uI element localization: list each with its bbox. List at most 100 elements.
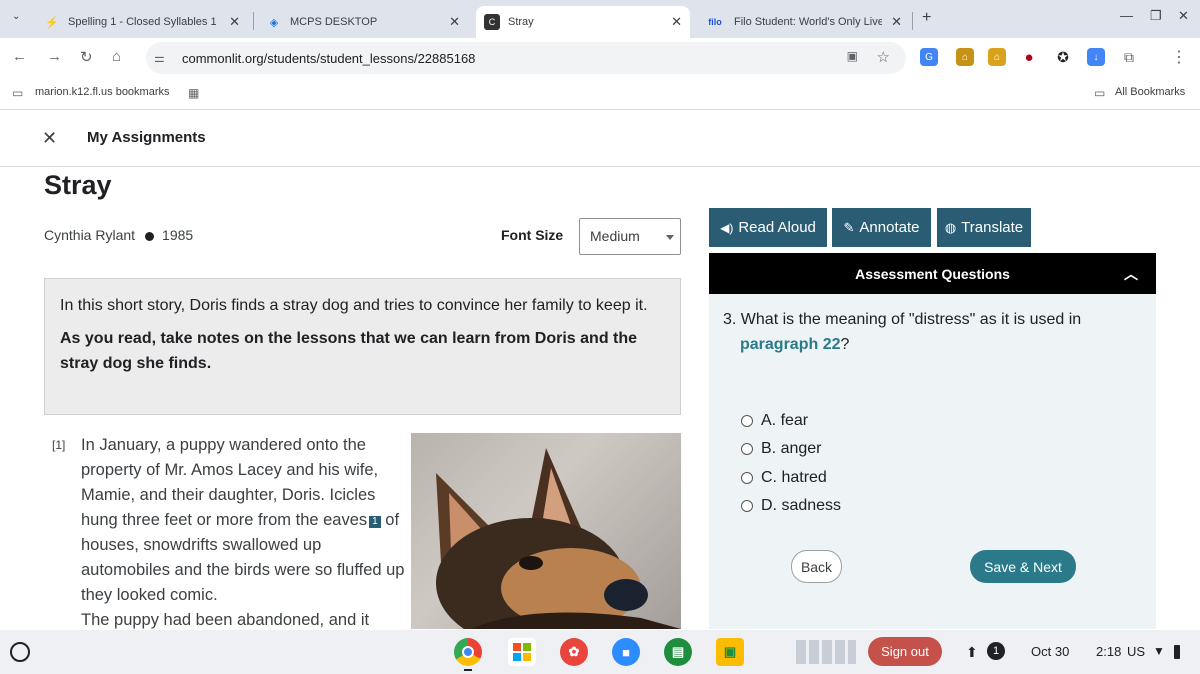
radio-button[interactable] <box>741 415 753 427</box>
clock-time[interactable]: 2:18 <box>1096 644 1121 659</box>
active-app-indicator <box>464 669 472 671</box>
extension-icon[interactable]: ↓ <box>1087 48 1105 66</box>
google-translate-extension-icon[interactable]: G <box>920 48 938 66</box>
font-size-label: Font Size <box>501 227 564 243</box>
answer-option-c[interactable]: C. hatred <box>741 469 827 487</box>
option-label: C. hatred <box>761 469 827 486</box>
font-size-value: Medium <box>590 228 640 244</box>
dropdown-caret-icon <box>666 235 674 240</box>
locale[interactable]: US <box>1127 644 1145 659</box>
google-classroom-icon[interactable]: ▣ <box>716 638 744 666</box>
intro-instruction: As you read, take notes on the lessons t… <box>60 330 638 372</box>
paragraph-text: In January, a puppy wandered onto the pr… <box>81 433 404 629</box>
bullet-dot <box>145 231 155 241</box>
extension-icon[interactable]: ⌂ <box>956 48 974 66</box>
site-info-icon[interactable]: ⚌ <box>154 51 182 65</box>
tab-title: Stray <box>508 16 534 28</box>
tab-search-icon[interactable]: ⌄ <box>12 11 20 22</box>
extension-icon[interactable]: ● <box>1020 48 1038 66</box>
radio-button[interactable] <box>741 443 753 455</box>
close-tab-icon[interactable]: ✕ <box>891 14 902 30</box>
paragraph-text-segment: In January, a puppy wandered onto the pr… <box>81 436 379 529</box>
save-next-button[interactable]: Save & Next <box>970 550 1076 583</box>
launcher-icon[interactable] <box>10 642 30 662</box>
assessment-header[interactable]: Assessment Questions ︿ <box>709 253 1156 294</box>
tab-divider <box>253 12 254 30</box>
chrome-icon[interactable] <box>454 638 482 666</box>
palette-icon[interactable]: ✿ <box>560 638 588 666</box>
extension-icon[interactable]: ✪ <box>1054 48 1072 66</box>
minimize-icon[interactable]: — <box>1120 8 1133 23</box>
menu-kebab-icon[interactable]: ⋮ <box>1170 48 1188 66</box>
forward-arrow-icon[interactable]: → <box>47 48 62 65</box>
publication-year: 1985 <box>162 227 194 243</box>
question-text: 3. What is the meaning of "distress" as … <box>723 307 1123 357</box>
chevron-up-icon[interactable]: ︿ <box>1124 264 1138 284</box>
option-label: A. fear <box>761 412 809 429</box>
tab-divider <box>912 12 913 30</box>
radio-button[interactable] <box>741 500 753 512</box>
translate-button[interactable]: ◍ Translate <box>937 208 1031 247</box>
tab-spelling[interactable]: ⚡ Spelling 1 - Closed Syllables 1 - ✕ <box>36 6 248 38</box>
annotate-button[interactable]: ✎ Annotate <box>832 208 931 247</box>
option-label: B. anger <box>761 440 822 457</box>
new-tab-icon[interactable]: + <box>922 9 931 27</box>
footnote-marker[interactable]: 1 <box>369 516 381 528</box>
read-aloud-button[interactable]: ◀︎) Read Aloud <box>709 208 827 247</box>
extension-icon[interactable]: ⌂ <box>988 48 1006 66</box>
home-icon[interactable]: ⌂ <box>112 48 121 65</box>
back-button[interactable]: Back <box>791 550 842 583</box>
folder-icon: ▭ <box>12 86 24 100</box>
upload-status-icon[interactable]: ⬆︎ <box>966 644 978 661</box>
bookmark-folder[interactable]: marion.k12.fl.us bookmarks <box>35 86 170 98</box>
assessment-panel: 3. What is the meaning of "distress" as … <box>709 294 1156 629</box>
bookmarks-bar: ▭ marion.k12.fl.us bookmarks ▦ ▭ All Boo… <box>0 78 1200 110</box>
close-window-icon[interactable]: ✕ <box>1178 8 1189 24</box>
intro-summary: In this short story, Doris finds a stray… <box>60 297 648 314</box>
answer-option-d[interactable]: D. sadness <box>741 497 841 515</box>
read-aloud-label: Read Aloud <box>738 219 816 236</box>
radio-button[interactable] <box>741 472 753 484</box>
story-title: Stray <box>44 170 112 200</box>
close-tab-icon[interactable]: ✕ <box>449 14 460 30</box>
speaker-icon: ◀︎) <box>720 220 734 235</box>
wifi-icon[interactable]: ▼ <box>1153 644 1165 658</box>
option-label: D. sadness <box>761 497 842 514</box>
browser-toolbar: ← → ↻ ⌂ ⚌ commonlit.org/students/student… <box>0 38 1200 78</box>
answer-option-b[interactable]: B. anger <box>741 440 821 458</box>
translate-page-icon[interactable]: ▣ <box>847 49 858 63</box>
paragraph-number: [1] <box>52 438 66 452</box>
tab-stray[interactable]: C Stray ✕ <box>476 6 690 38</box>
annotate-label: Annotate <box>859 219 920 236</box>
holding-space-thumbnails[interactable] <box>796 640 856 664</box>
bookmark-star-icon[interactable]: ☆ <box>877 48 890 66</box>
close-tab-icon[interactable]: ✕ <box>229 14 240 30</box>
reload-icon[interactable]: ↻ <box>80 48 93 66</box>
classroom-icon[interactable]: ▤ <box>664 638 692 666</box>
all-bookmarks[interactable]: All Bookmarks <box>1115 86 1185 98</box>
dog-photo <box>411 433 681 629</box>
microsoft-icon[interactable] <box>508 638 536 666</box>
address-bar[interactable]: ⚌ commonlit.org/students/student_lessons… <box>146 42 906 74</box>
date[interactable]: Oct 30 <box>1031 644 1069 659</box>
tab-filo[interactable]: filo Filo Student: World's Only Live I ✕ <box>696 6 910 38</box>
folder-icon: ▭ <box>1094 86 1106 100</box>
pencil-icon: ✎ <box>843 219 855 235</box>
font-size-select[interactable]: Medium <box>579 218 681 255</box>
intro-box: In this short story, Doris finds a stray… <box>44 278 681 415</box>
restore-icon[interactable]: ❐ <box>1150 8 1162 24</box>
close-tab-icon[interactable]: ✕ <box>671 14 682 30</box>
battery-icon[interactable] <box>1174 645 1180 659</box>
tab-mcps-desktop[interactable]: ◈ MCPS DESKTOP ✕ <box>258 6 468 38</box>
extensions-puzzle-icon[interactable]: ⧉ <box>1120 48 1138 66</box>
zoom-icon[interactable]: ■ <box>612 638 640 666</box>
filo-icon: filo <box>708 17 722 27</box>
close-icon[interactable]: ✕ <box>42 128 57 149</box>
back-arrow-icon[interactable]: ← <box>12 48 27 65</box>
bolt-icon: ⚡ <box>45 16 59 29</box>
apps-grid-icon[interactable]: ▦ <box>188 86 199 100</box>
answer-option-a[interactable]: A. fear <box>741 412 808 430</box>
sign-out-button[interactable]: Sign out <box>868 637 942 666</box>
paragraph-link[interactable]: paragraph 22 <box>740 336 840 353</box>
notification-count[interactable]: 1 <box>987 642 1005 660</box>
